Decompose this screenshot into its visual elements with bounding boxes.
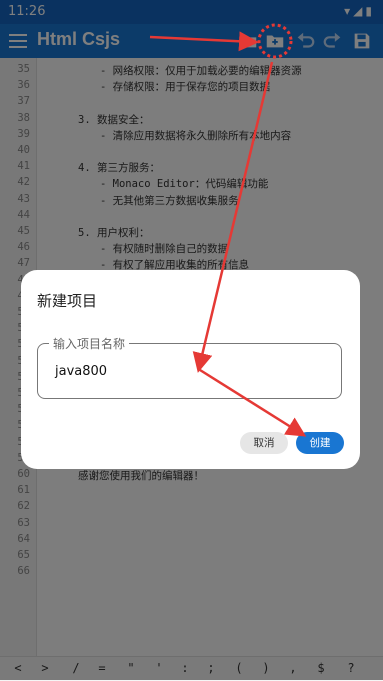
new-project-dialog: 新建项目 输入项目名称 java800 取消 创建 xyxy=(21,270,360,469)
create-button[interactable]: 创建 xyxy=(296,432,344,454)
project-name-label: 输入项目名称 xyxy=(49,335,130,352)
project-name-field[interactable]: 输入项目名称 java800 xyxy=(37,335,342,399)
cancel-button[interactable]: 取消 xyxy=(240,432,288,454)
dialog-title: 新建项目 xyxy=(37,292,98,310)
project-name-input[interactable]: java800 xyxy=(55,364,107,379)
